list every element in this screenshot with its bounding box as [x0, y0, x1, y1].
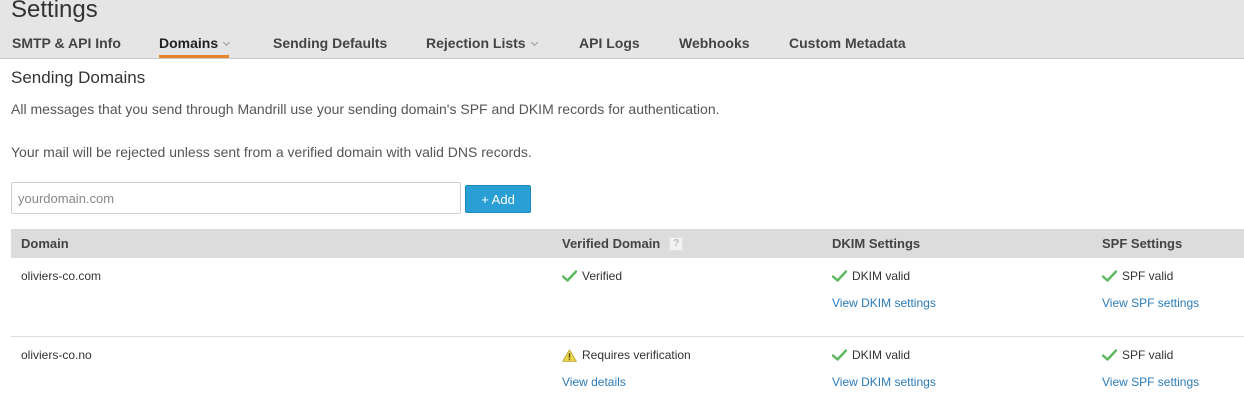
- tab-webhooks[interactable]: Webhooks: [679, 33, 750, 59]
- dkim-status-label: DKIM valid: [852, 269, 911, 283]
- table-header: Domain Verified Domain? DKIM Settings SP…: [11, 229, 1244, 258]
- verified-status-label: Requires verification: [582, 348, 691, 362]
- tab-rejection-lists[interactable]: Rejection Lists: [426, 33, 538, 59]
- tab-sending-defaults[interactable]: Sending Defaults: [273, 33, 387, 59]
- add-domain-button[interactable]: + Add: [465, 185, 531, 213]
- tab-label: Sending Defaults: [273, 35, 388, 51]
- check-icon: [832, 349, 847, 361]
- view-details-link[interactable]: View details: [562, 375, 626, 389]
- tab-domains[interactable]: Domains: [159, 33, 231, 58]
- spf-status-label: SPF valid: [1122, 269, 1174, 283]
- column-header-label: Verified Domain: [562, 236, 661, 251]
- domain-name: oliviers-co.no: [21, 348, 92, 362]
- domain-name: oliviers-co.com: [21, 269, 102, 283]
- view-spf-settings-link[interactable]: View SPF settings: [1102, 296, 1199, 310]
- section-description: All messages that you send through Mandr…: [11, 101, 720, 117]
- page-title: Settings: [11, 0, 98, 23]
- dkim-status-label: DKIM valid: [852, 348, 911, 362]
- column-header-dkim: DKIM Settings: [832, 236, 921, 251]
- column-header-spf: SPF Settings: [1102, 236, 1183, 251]
- dkim-status: DKIM valid: [832, 348, 910, 362]
- column-header-verified: Verified Domain?: [562, 236, 684, 252]
- spf-status: SPF valid: [1102, 348, 1173, 362]
- dkim-status: DKIM valid: [832, 269, 910, 283]
- view-dkim-settings-link[interactable]: View DKIM settings: [832, 375, 936, 389]
- section-title: Sending Domains: [11, 68, 146, 87]
- verified-status: Requires verification: [562, 348, 691, 362]
- tab-label: Webhooks: [679, 35, 750, 51]
- check-icon: [562, 270, 577, 282]
- tab-label: API Logs: [579, 35, 640, 51]
- section-warning-text: Your mail will be rejected unless sent f…: [11, 144, 532, 160]
- verified-status-label: Verified: [582, 269, 623, 283]
- spf-status: SPF valid: [1102, 269, 1173, 283]
- check-icon: [832, 270, 847, 282]
- view-spf-settings-link[interactable]: View SPF settings: [1102, 375, 1199, 389]
- tab-smtp-api-info[interactable]: SMTP & API Info: [12, 33, 121, 59]
- domain-input[interactable]: [11, 182, 461, 214]
- help-icon[interactable]: ?: [669, 236, 684, 251]
- tab-label: SMTP & API Info: [12, 35, 121, 51]
- verified-status: Verified: [562, 269, 622, 283]
- spf-status-label: SPF valid: [1122, 348, 1174, 362]
- column-header-domain: Domain: [21, 236, 69, 251]
- tab-label: Custom Metadata: [789, 35, 906, 51]
- check-icon: [1102, 270, 1117, 282]
- warning-icon: [562, 348, 577, 362]
- tab-custom-metadata[interactable]: Custom Metadata: [789, 33, 906, 59]
- settings-header: Settings SMTP & API Info Domains Sending…: [0, 0, 1244, 59]
- check-icon: [1102, 349, 1117, 361]
- view-dkim-settings-link[interactable]: View DKIM settings: [832, 296, 936, 310]
- chevron-down-icon: [530, 38, 538, 47]
- table-row: oliviers-co.no Requires verification Vie…: [11, 337, 1244, 403]
- table-row: oliviers-co.com Verified DKIM valid View…: [11, 258, 1244, 336]
- chevron-down-icon: [223, 38, 231, 47]
- tab-api-logs[interactable]: API Logs: [579, 33, 640, 59]
- tab-label: Domains: [159, 35, 219, 51]
- tab-label: Rejection Lists: [426, 35, 526, 51]
